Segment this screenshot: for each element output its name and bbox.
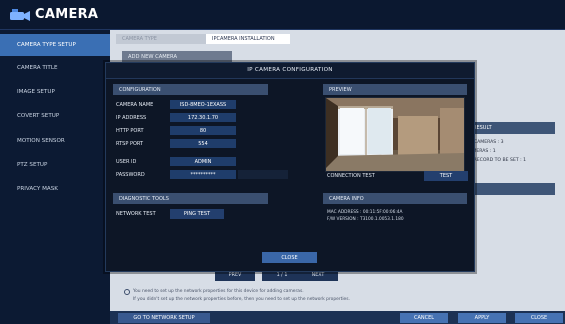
apply-button[interactable]: APPLY: [458, 313, 506, 323]
notice-text: If you didn't set up the network propert…: [133, 297, 350, 302]
camera-info-header: CAMERA INFO: [323, 193, 467, 204]
user-id-label: USER ID: [116, 159, 137, 165]
diagnostic-tools-header: DIAGNOSTIC TOOLS: [113, 193, 268, 204]
mac-address-text: MAC ADDRESS : 00:11:5F:00:06:4A: [327, 210, 403, 215]
next-page-button[interactable]: NEXT: [298, 271, 338, 281]
notice-text: You need to set up the network propertie…: [133, 289, 304, 294]
configuration-header: CONFIGURATION: [113, 84, 268, 95]
password-field[interactable]: **********: [170, 170, 236, 179]
close-dialog-button[interactable]: CLOSE: [262, 252, 317, 263]
rtsp-port-label: RTSP PORT: [116, 141, 144, 147]
camera-preview-image: [325, 97, 465, 172]
sidebar-item-motion-sensor[interactable]: MOTION SENSOR: [0, 130, 110, 152]
http-port-label: HTTP PORT: [116, 128, 144, 134]
sidebar-item-camera-type-setup[interactable]: CAMERA TYPE SETUP: [0, 34, 110, 56]
app-title: CAMERA: [35, 7, 99, 22]
rtsp-port-field[interactable]: 554: [170, 139, 236, 148]
tab-ipcamera-installation[interactable]: IPCAMERA INSTALLATION: [206, 34, 290, 44]
close-page-button[interactable]: CLOSE: [515, 313, 563, 323]
sidebar: CAMERA TYPE SETUP CAMERA TITLE IMAGE SET…: [0, 30, 110, 324]
sidebar-item-camera-title[interactable]: CAMERA TITLE: [0, 57, 110, 79]
info-icon: [124, 289, 130, 295]
test-button[interactable]: TEST: [424, 171, 468, 181]
sidebar-item-image-setup[interactable]: IMAGE SETUP: [0, 81, 110, 103]
preview-header: PREVIEW: [323, 84, 467, 95]
result-line: AS RECORD TO BE SET : 1: [466, 158, 527, 163]
dialog-title: IP CAMERA CONFIGURATION: [247, 67, 333, 73]
sidebar-item-covert-setup[interactable]: COVERT SETUP: [0, 105, 110, 127]
ip-address-label: IP ADDRESS: [116, 115, 147, 121]
result-panel-bar: [465, 183, 555, 195]
prev-page-button[interactable]: PREV: [215, 271, 255, 281]
result-header: RESULT: [465, 122, 555, 134]
http-port-field[interactable]: 80: [170, 126, 236, 135]
password-label: PASSWORD: [116, 172, 145, 178]
sidebar-item-privacy-mask[interactable]: PRIVACY MASK: [0, 178, 110, 200]
camera-name-field[interactable]: ISD-8MEO-1EXASS: [170, 100, 236, 109]
page-indicator: 1 / 1: [262, 271, 302, 281]
network-test-label: NETWORK TEST: [116, 211, 156, 217]
firmware-version-text: F/W VERSION : T3100.1.0053.1.180: [327, 217, 404, 222]
ping-test-button[interactable]: PING TEST: [170, 209, 224, 219]
connection-test-label: CONNECTION TEST: [327, 173, 375, 179]
sidebar-item-ptz-setup[interactable]: PTZ SETUP: [0, 154, 110, 176]
preview-room-scene: [326, 98, 464, 171]
password-confirm-field[interactable]: [238, 170, 288, 179]
tab-camera-type[interactable]: CAMERA TYPE: [116, 34, 206, 44]
cancel-button[interactable]: CANCEL: [400, 313, 448, 323]
camera-icon: [10, 9, 30, 21]
camera-name-label: CAMERA NAME: [116, 102, 154, 108]
go-to-network-setup-button[interactable]: GO TO NETWORK SETUP: [118, 313, 210, 323]
user-id-field[interactable]: ADMIN: [170, 157, 236, 166]
app-header: CAMERA: [0, 0, 565, 30]
ip-address-field[interactable]: 172.30.1.70: [170, 113, 236, 122]
